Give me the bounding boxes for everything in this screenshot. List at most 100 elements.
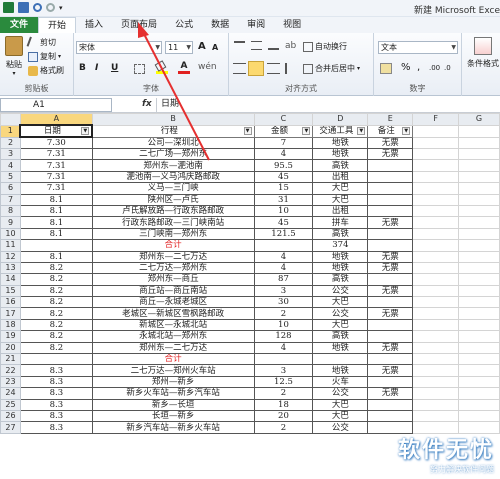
cell-amount[interactable]: 7 [253, 136, 314, 149]
cell-route[interactable]: 长垣—新乡 [91, 409, 255, 423]
cell-transport[interactable]: 地铁 [312, 250, 369, 263]
cell-transport[interactable]: 地铁 [312, 341, 369, 355]
grow-font-button[interactable]: A [198, 41, 206, 52]
row-header[interactable]: 7 [0, 193, 21, 206]
cell-transport[interactable]: 地铁 [312, 136, 369, 149]
cell-amount[interactable]: 45 [253, 216, 314, 229]
cell[interactable] [458, 387, 500, 400]
row-header[interactable]: 9 [0, 216, 21, 229]
filter-dropdown-icon[interactable]: ▼ [302, 127, 311, 135]
font-size-select[interactable]: 11 ▼ [165, 41, 193, 54]
align-top-button[interactable] [234, 41, 245, 50]
wen-button[interactable]: wén [198, 62, 217, 72]
column-header[interactable]: G [458, 113, 500, 126]
cell-route[interactable]: 二七万达—郑州火车站 [91, 364, 255, 377]
wrap-text-button[interactable]: 自动换行 [303, 41, 347, 52]
cell-transport[interactable]: 出租 [312, 204, 369, 218]
row-header[interactable]: 5 [0, 170, 21, 184]
cell-transport[interactable]: 大巴 [312, 182, 369, 195]
cell-route[interactable]: 商丘—永城老城区 [91, 296, 255, 309]
row-header[interactable]: 2 [0, 136, 21, 149]
redo-icon[interactable] [46, 3, 55, 12]
cell[interactable] [412, 124, 460, 138]
cell[interactable] [458, 239, 500, 252]
select-all-corner[interactable] [0, 113, 21, 126]
orientation-button[interactable]: ab [285, 41, 296, 51]
cell[interactable] [412, 296, 460, 309]
cell-transport[interactable]: 高铁 [312, 159, 369, 172]
cell-route[interactable]: 公司—深圳北 [91, 136, 255, 149]
align-middle-button[interactable] [251, 41, 262, 50]
font-color-button[interactable]: A [178, 61, 190, 74]
cell-route[interactable]: 合计 [91, 353, 255, 366]
row-header[interactable]: 14 [0, 273, 21, 286]
customize-qat-icon[interactable]: ▾ [59, 4, 63, 12]
cell[interactable] [412, 159, 460, 172]
cell-route[interactable]: 三门峡南—郑州东 [91, 227, 255, 241]
cell-amount[interactable]: 95.5 [253, 159, 314, 172]
row-header[interactable]: 16 [0, 296, 21, 309]
column-header[interactable]: D [312, 113, 369, 126]
cell[interactable] [458, 364, 500, 377]
cell-route[interactable]: 卢氏解放路—行政东路邮政 [91, 204, 255, 218]
tab-page-layout[interactable]: 页面布局 [112, 17, 166, 33]
cell[interactable] [458, 330, 500, 343]
cell[interactable] [458, 341, 500, 355]
cell-date[interactable]: 7.31 [19, 147, 93, 161]
copy-button[interactable]: 复制 ▾ [28, 51, 61, 62]
cell-date[interactable]: 8.1 [19, 204, 93, 218]
underline-button[interactable]: U [111, 63, 118, 73]
header-cell[interactable]: 日期 ▼ [19, 124, 94, 138]
fill-color-button[interactable] [154, 60, 168, 74]
formula-input[interactable]: 日期 [156, 98, 500, 112]
cell-note[interactable] [367, 273, 414, 286]
column-header[interactable]: B [91, 113, 255, 126]
cell-note[interactable] [367, 204, 414, 218]
cell-note[interactable]: 无票 [367, 216, 414, 229]
decrease-decimal-button[interactable]: .0 [444, 64, 451, 72]
cell-date[interactable]: 7.31 [19, 170, 93, 184]
column-header[interactable]: C [253, 113, 314, 126]
align-left-button[interactable] [233, 63, 246, 74]
align-right-button[interactable] [267, 63, 280, 74]
percent-button[interactable]: % [401, 62, 411, 73]
cell-note[interactable] [367, 159, 414, 172]
cell-date[interactable] [19, 239, 93, 252]
cell[interactable] [458, 398, 500, 412]
cell[interactable] [412, 353, 460, 366]
cell-note[interactable]: 无票 [367, 307, 414, 320]
row-header[interactable]: 27 [0, 421, 21, 434]
cell-transport[interactable]: 地铁 [312, 261, 369, 275]
cell-route[interactable]: 合计 [91, 239, 255, 252]
cell-note[interactable] [367, 409, 414, 423]
cell[interactable] [458, 318, 500, 332]
cell-amount[interactable]: 3 [253, 284, 314, 298]
currency-button[interactable] [380, 63, 392, 74]
cell-transport[interactable]: 公交 [312, 284, 369, 298]
cell-date[interactable]: 8.1 [19, 250, 93, 263]
cell-transport[interactable]: 公交 [312, 421, 369, 434]
cell-note[interactable]: 无票 [367, 387, 414, 400]
cell[interactable] [458, 296, 500, 309]
cell[interactable] [458, 136, 500, 149]
cell-route[interactable]: 新乡—长垣 [91, 398, 255, 412]
cell-route[interactable]: 郑州东—二七万达 [91, 341, 255, 355]
cell-transport[interactable]: 374 [312, 239, 369, 252]
cell-note[interactable]: 无票 [367, 136, 414, 149]
cell-date[interactable] [19, 353, 93, 366]
decrease-indent-button[interactable] [285, 63, 296, 74]
cell-date[interactable]: 8.3 [19, 421, 93, 434]
cell-note[interactable]: 无票 [367, 147, 414, 161]
cell-transport[interactable]: 大巴 [312, 318, 369, 332]
cell-note[interactable] [367, 182, 414, 195]
cell-date[interactable]: 8.2 [19, 318, 93, 332]
cell[interactable] [412, 330, 460, 343]
cell-note[interactable] [367, 330, 414, 343]
filter-dropdown-icon[interactable]: ▼ [357, 127, 366, 135]
italic-button[interactable]: I [95, 63, 98, 73]
cell-transport[interactable]: 大巴 [312, 409, 369, 423]
row-header[interactable]: 17 [0, 307, 21, 320]
cell[interactable] [458, 375, 500, 389]
cell-date[interactable]: 7.30 [19, 136, 93, 149]
cell-route[interactable]: 二七万达—郑州东 [91, 261, 255, 275]
